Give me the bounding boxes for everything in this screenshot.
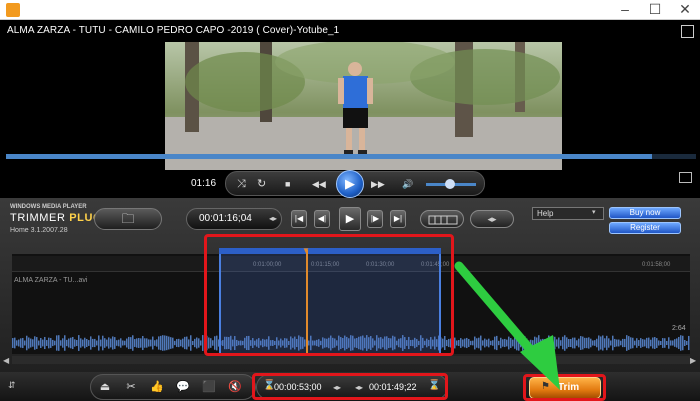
annotation-arrow — [454, 261, 560, 390]
